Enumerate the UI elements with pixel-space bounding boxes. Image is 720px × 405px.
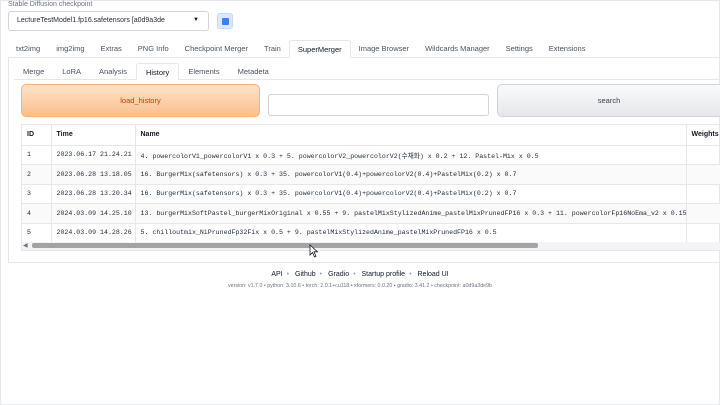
table-row[interactable]: 3 2023.06.28 13.20.34 16. BurgerMix(safe… [22, 184, 720, 204]
table-row[interactable]: 1 2023.06.17 21.24.21 4. powercolorV1_po… [22, 145, 720, 165]
scrollbar-thumb[interactable] [32, 243, 538, 248]
cell-time[interactable]: 2024.03.09 14.28.26 [51, 223, 136, 243]
search-button[interactable]: search [497, 84, 720, 117]
cell-time[interactable]: 2023.06.28 13.20.34 [51, 184, 136, 204]
tab-supermerger[interactable]: SuperMerger [288, 40, 351, 58]
tab-image-browser[interactable]: Image Browser [351, 40, 417, 58]
column-header-weights[interactable]: Weights [686, 125, 720, 146]
cell-time[interactable]: 2023.06.28 13.18.05 [51, 164, 136, 185]
tab-checkpoint-merger[interactable]: Checkpoint Merger [177, 40, 256, 58]
footer-separator: • [353, 271, 356, 278]
footer-version-info: version: v1.7.0 • python: 3.10.6 • torch… [227, 283, 493, 289]
tab-wildcards-manager[interactable]: Wildcards Manager [417, 40, 498, 58]
cell-id[interactable]: 5 [22, 223, 52, 243]
history-table: ID Time Name Weights 1 2023.06.17 21.24.… [21, 124, 720, 251]
refresh-icon [221, 17, 229, 25]
chevron-down-icon: ▼ [193, 17, 199, 23]
cell-name[interactable]: 5. chilloutmix_NiPrunedFp32Fix x 0.5 + 9… [135, 223, 687, 243]
table-horizontal-scrollbar[interactable]: ◀ [22, 242, 720, 250]
load-history-button[interactable]: load_history [21, 84, 260, 117]
cell-weights[interactable] [686, 145, 720, 165]
sub-tab-bar: Merge LoRA Analysis History Elements Met… [14, 63, 720, 80]
tab-extensions[interactable]: Extensions [541, 40, 594, 58]
cell-id[interactable]: 3 [22, 184, 52, 204]
cell-name[interactable]: 16. BurgerMix(safetensors) x 0.3 + 35. p… [135, 164, 687, 185]
subtab-analysis[interactable]: Analysis [90, 63, 136, 80]
subtab-elements[interactable]: Elements [179, 63, 228, 80]
refresh-checkpoint-button[interactable] [217, 13, 233, 29]
cell-time[interactable]: 2024.03.09 14.25.10 [51, 203, 136, 224]
history-search-input[interactable] [268, 94, 489, 116]
table-row[interactable]: 5 2024.03.09 14.28.26 5. chilloutmix_NiP… [22, 223, 720, 243]
cell-id[interactable]: 4 [22, 203, 52, 224]
footer-link-reload-ui[interactable]: Reload UI [418, 271, 449, 278]
tab-txt2img[interactable]: txt2img [8, 40, 48, 58]
footer-links: API • Github • Gradio • Startup profile • Re… [0, 271, 720, 278]
footer-link-api[interactable]: API [271, 271, 282, 278]
checkpoint-label: Stable Diffusion checkpoint [8, 1, 93, 8]
cell-weights[interactable] [686, 184, 720, 204]
footer-separator: • [319, 271, 323, 278]
footer-link-startup-profile[interactable]: Startup profile [362, 271, 406, 278]
footer-link-gradio[interactable]: Gradio [328, 271, 349, 278]
cell-name[interactable]: 16. BurgerMix(safetensors) x 0.3 + 35. p… [135, 184, 687, 204]
subtab-history[interactable]: History [135, 63, 180, 80]
footer-separator: • [286, 271, 290, 278]
column-header-id[interactable]: ID [22, 125, 52, 146]
cell-weights[interactable] [686, 164, 720, 185]
cell-id[interactable]: 1 [22, 145, 52, 165]
cell-id[interactable]: 2 [22, 164, 52, 185]
checkpoint-dropdown[interactable]: LectureTestModel1.fp16.safetensors [a0d9… [8, 11, 209, 31]
main-tab-bar: txt2img img2img Extras PNG Info Checkpoi… [8, 40, 720, 58]
column-header-time[interactable]: Time [51, 125, 136, 146]
cell-name[interactable]: 4. powercolorV1_powercolorV1 x 0.3 + 5. … [135, 145, 687, 165]
mouse-cursor-icon [309, 244, 319, 258]
cell-time[interactable]: 2023.06.17 21.24.21 [51, 145, 136, 165]
table-row[interactable]: 2 2023.06.28 13.18.05 16. BurgerMix(safe… [22, 164, 720, 185]
table-header-row: ID Time Name Weights [22, 125, 720, 146]
subtab-merge[interactable]: Merge [14, 63, 53, 80]
footer-link-github[interactable]: Github [295, 271, 316, 278]
checkpoint-value: LectureTestModel1.fp16.safetensors [a0d9… [17, 17, 165, 24]
subtab-lora[interactable]: LoRA [53, 63, 90, 80]
tab-train[interactable]: Train [256, 40, 289, 58]
cell-weights[interactable] [686, 203, 720, 224]
tab-settings[interactable]: Settings [498, 40, 541, 58]
tab-png-info[interactable]: PNG Info [130, 40, 177, 58]
tab-img2img[interactable]: img2img [48, 40, 92, 58]
footer-separator: • [409, 271, 412, 278]
table-row[interactable]: 4 2024.03.09 14.25.10 13. burgerMixSoftP… [22, 203, 720, 224]
cell-weights[interactable] [686, 223, 720, 243]
column-header-name[interactable]: Name [135, 125, 687, 146]
subtab-metadeta[interactable]: Metadeta [229, 63, 278, 80]
cell-name[interactable]: 13. burgerMixSoftPastel_burgerMixOrigina… [135, 203, 687, 224]
tab-extras[interactable]: Extras [93, 40, 130, 58]
scroll-left-arrow-icon[interactable]: ◀ [23, 243, 28, 249]
